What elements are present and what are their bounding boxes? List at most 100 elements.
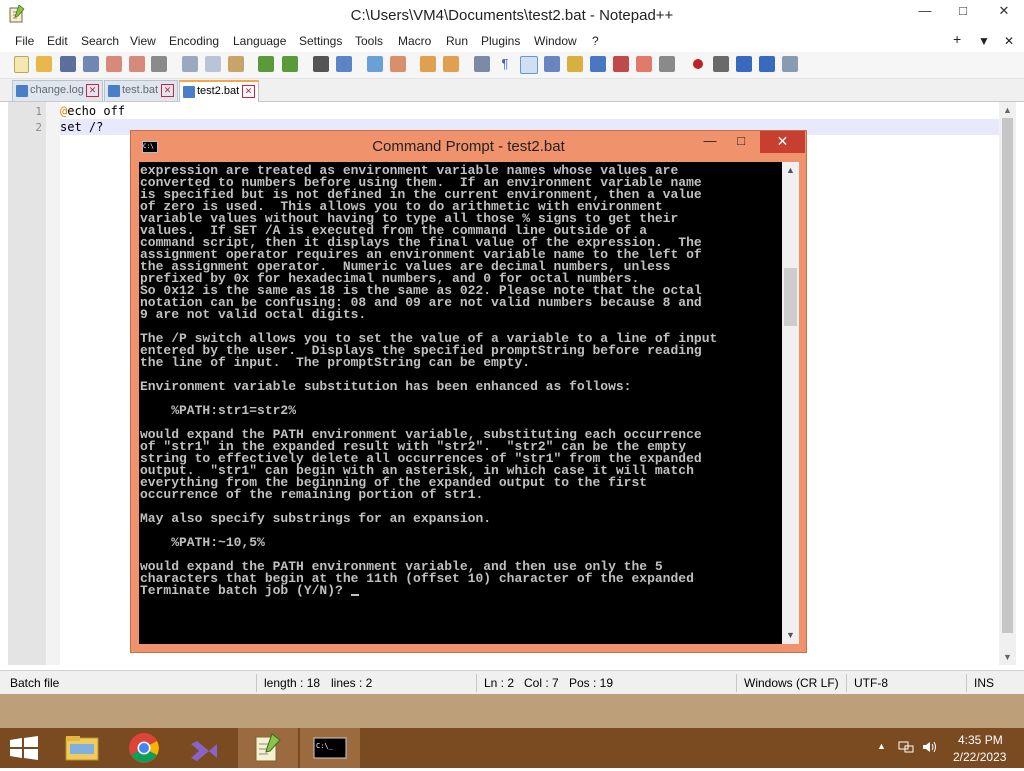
status-line-number: Ln : 2: [484, 676, 515, 690]
new-tab-plus-icon[interactable]: +: [953, 31, 961, 47]
tab-close-icon[interactable]: ✕: [86, 84, 99, 97]
window-title: C:\Users\VM4\Documents\test2.bat - Notep…: [350, 7, 674, 24]
tab-close-icon[interactable]: ✕: [242, 85, 255, 98]
minimize-button[interactable]: —: [908, 0, 942, 24]
status-insert-mode[interactable]: INS: [974, 676, 994, 690]
taskbar-file-explorer[interactable]: [52, 728, 112, 768]
svg-text:C:\_: C:\_: [316, 742, 334, 750]
menu-run[interactable]: Run: [446, 34, 468, 48]
cmd-vertical-scrollbar[interactable]: ▲ ▼: [782, 162, 799, 644]
close-document-icon[interactable]: ✕: [1004, 34, 1014, 48]
menu-tools[interactable]: Tools: [355, 34, 383, 48]
menu-help[interactable]: ?: [592, 34, 599, 48]
scroll-down-arrow-icon[interactable]: ▼: [999, 652, 1016, 662]
record-macro-icon[interactable]: [690, 56, 706, 72]
tab-test-bat[interactable]: test.bat ✕: [104, 80, 178, 101]
status-length: length : 18: [264, 676, 321, 690]
close-all-icon[interactable]: [129, 56, 145, 72]
divider: [256, 674, 257, 692]
command-prompt-window[interactable]: C:\ Command Prompt - test2.bat — □ ✕ exp…: [130, 130, 807, 653]
menu-search[interactable]: Search: [81, 34, 119, 48]
taskbar-notepad-plus-plus[interactable]: [238, 728, 298, 768]
fold-margin: [46, 102, 60, 665]
tab-list-dropdown-icon[interactable]: ▼: [978, 34, 990, 48]
user-language-icon[interactable]: [544, 56, 560, 72]
scroll-up-arrow-icon[interactable]: ▲: [782, 165, 799, 175]
menu-language[interactable]: Language: [233, 34, 286, 48]
code-line[interactable]: @echo off: [60, 104, 125, 118]
cmd-minimize-button[interactable]: —: [695, 131, 725, 153]
status-file-type: Batch file: [10, 676, 60, 690]
taskbar-chrome[interactable]: [114, 728, 174, 768]
taskbar-command-prompt[interactable]: C:\_: [300, 728, 360, 768]
tab-label: change.log: [30, 84, 84, 96]
status-lines: lines : 2: [331, 676, 373, 690]
copy-icon[interactable]: [205, 56, 221, 72]
tab-test2-bat[interactable]: test2.bat ✕: [179, 80, 259, 103]
show-hidden-icons-icon[interactable]: ▲: [877, 741, 886, 751]
word-wrap-icon[interactable]: [474, 56, 490, 72]
console-output[interactable]: expression are treated as environment va…: [139, 162, 782, 644]
folder-as-workspace-icon[interactable]: [613, 56, 629, 72]
line-number-gutter: 1 2: [8, 102, 46, 665]
volume-icon[interactable]: [921, 739, 937, 758]
scrollbar-thumb[interactable]: [784, 268, 797, 326]
stop-macro-icon[interactable]: [713, 56, 729, 72]
monitoring-icon[interactable]: [636, 56, 652, 72]
zoom-in-icon[interactable]: [367, 56, 383, 72]
print-icon[interactable]: [151, 56, 167, 72]
scroll-down-arrow-icon[interactable]: ▼: [782, 630, 799, 640]
cmd-maximize-button[interactable]: □: [726, 131, 756, 153]
document-map-icon[interactable]: [567, 56, 583, 72]
eye-icon[interactable]: [659, 56, 675, 72]
menu-window[interactable]: Window: [534, 34, 577, 48]
find-icon[interactable]: [313, 56, 329, 72]
undo-icon[interactable]: [258, 56, 274, 72]
cut-icon[interactable]: [182, 56, 198, 72]
file-icon: [16, 85, 28, 97]
menu-settings[interactable]: Settings: [299, 34, 342, 48]
editor-vertical-scrollbar[interactable]: ▲ ▼: [999, 102, 1016, 665]
scroll-up-arrow-icon[interactable]: ▲: [999, 105, 1016, 115]
menu-macro[interactable]: Macro: [398, 34, 431, 48]
paste-icon[interactable]: [228, 56, 244, 72]
clock-time[interactable]: 4:35 PM: [958, 733, 1003, 747]
scrollbar-thumb[interactable]: [1002, 118, 1013, 633]
tab-change-log[interactable]: change.log ✕: [12, 80, 103, 101]
open-file-icon[interactable]: [36, 56, 52, 72]
save-macro-icon[interactable]: [782, 56, 798, 72]
sync-vertical-icon[interactable]: [420, 56, 436, 72]
menu-encoding[interactable]: Encoding: [169, 34, 219, 48]
zoom-out-icon[interactable]: [390, 56, 406, 72]
redo-icon[interactable]: [282, 56, 298, 72]
menu-edit[interactable]: Edit: [47, 34, 68, 48]
save-icon[interactable]: [60, 56, 76, 72]
tab-close-icon[interactable]: ✕: [161, 84, 174, 97]
show-all-characters-icon[interactable]: ¶: [497, 56, 513, 72]
replace-icon[interactable]: [336, 56, 352, 72]
new-file-icon[interactable]: [14, 56, 29, 73]
close-button[interactable]: ✕: [984, 0, 1024, 24]
cmd-close-button[interactable]: ✕: [760, 131, 805, 153]
menu-plugins[interactable]: Plugins: [481, 34, 520, 48]
line-number: 1: [35, 105, 42, 118]
close-file-icon[interactable]: [106, 56, 122, 72]
status-position: Pos : 19: [569, 676, 614, 690]
start-button[interactable]: [0, 728, 60, 768]
menu-view[interactable]: View: [130, 34, 156, 48]
code-line[interactable]: set /?: [60, 120, 103, 134]
sync-horizontal-icon[interactable]: [443, 56, 459, 72]
network-icon[interactable]: [898, 739, 914, 758]
taskbar-visual-studio[interactable]: [176, 728, 236, 768]
clock-date[interactable]: 2/22/2023: [953, 750, 1006, 764]
status-eol[interactable]: Windows (CR LF): [744, 676, 839, 690]
divider: [966, 674, 967, 692]
play-macro-icon[interactable]: [736, 56, 752, 72]
function-list-icon[interactable]: [590, 56, 606, 72]
save-all-icon[interactable]: [83, 56, 99, 72]
status-encoding[interactable]: UTF-8: [854, 676, 888, 690]
maximize-button[interactable]: □: [946, 0, 980, 24]
menu-file[interactable]: File: [15, 34, 34, 48]
indent-guide-icon[interactable]: [520, 56, 538, 74]
run-macro-multiple-icon[interactable]: [759, 56, 775, 72]
